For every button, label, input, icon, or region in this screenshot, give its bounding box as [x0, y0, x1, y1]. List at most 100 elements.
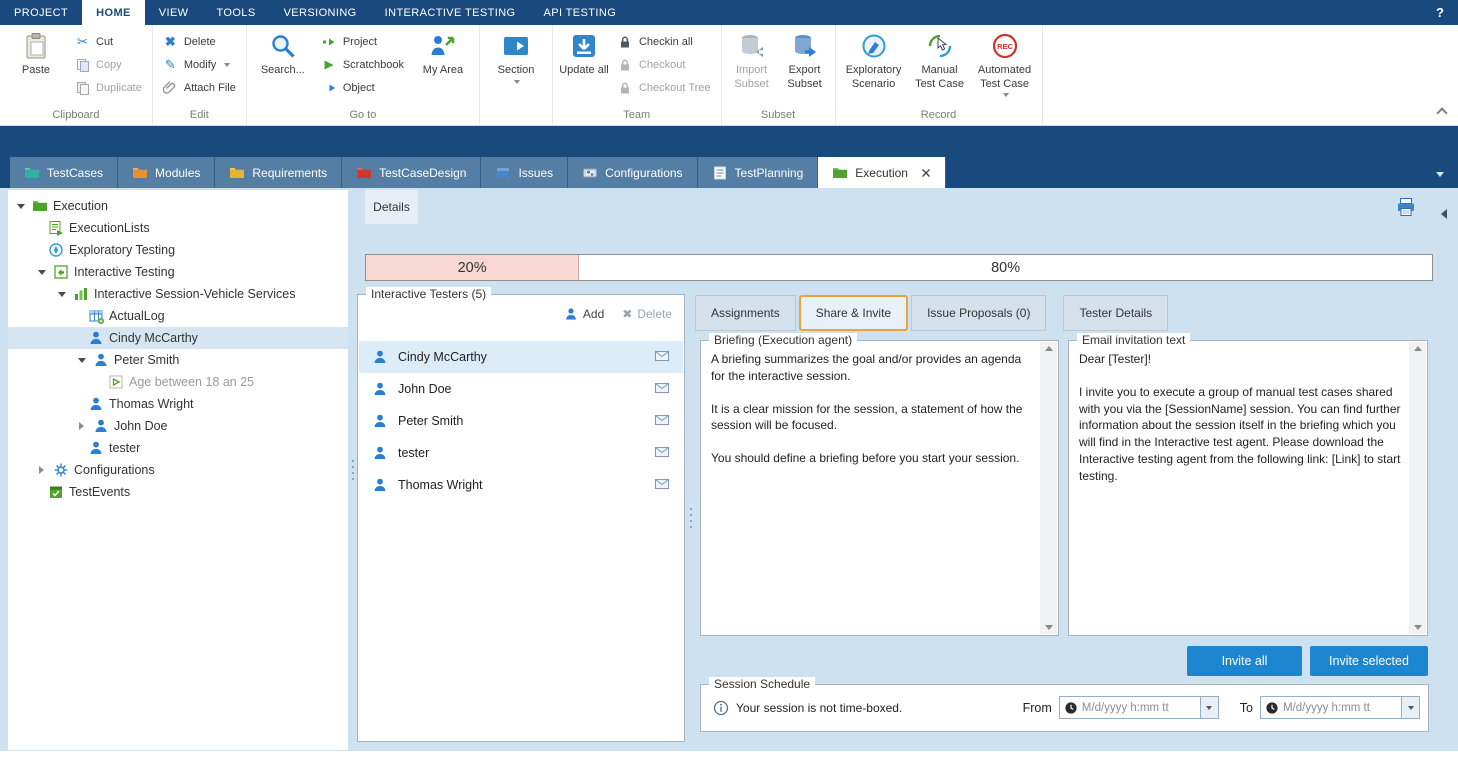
scroll-down-icon[interactable] [1414, 625, 1422, 630]
tree-item-testevents[interactable]: TestEvents [8, 481, 348, 503]
tab-tester-details[interactable]: Tester Details [1063, 295, 1168, 331]
tester-row[interactable]: Peter Smith [359, 405, 683, 437]
close-icon[interactable] [921, 168, 931, 178]
my-area-button[interactable]: My Area [412, 27, 474, 79]
delete-button[interactable]: ✖Delete [158, 32, 241, 51]
tab-testplanning[interactable]: TestPlanning [698, 157, 819, 188]
tab-testcases[interactable]: TestCases [10, 157, 118, 188]
mail-icon[interactable] [654, 476, 670, 495]
print-icon[interactable] [1396, 197, 1416, 222]
scroll-up-icon[interactable] [1414, 346, 1422, 351]
tree-item-tester[interactable]: tester [8, 437, 348, 459]
mail-icon[interactable] [654, 444, 670, 463]
manual-test-case-button[interactable]: Manual Test Case [910, 27, 970, 93]
tree-item-configurations[interactable]: Configurations [8, 459, 348, 481]
goto-project-button[interactable]: Project [317, 32, 409, 51]
tree-item-cindy-mccarthy[interactable]: Cindy McCarthy [8, 327, 348, 349]
cut-button[interactable]: ✂Cut [70, 32, 147, 51]
checkout-button[interactable]: Checkout [613, 55, 716, 74]
dropdown-icon[interactable] [1200, 697, 1218, 718]
tree-item-age-between[interactable]: Age between 18 an 25 [8, 371, 348, 393]
tree-item-thomas-wright[interactable]: Thomas Wright [8, 393, 348, 415]
tree-item-interactive-testing[interactable]: Interactive Testing [8, 261, 348, 283]
chevron-expanded-icon[interactable] [55, 292, 68, 297]
checkout-tree-button[interactable]: Checkout Tree [613, 78, 716, 97]
tester-row[interactable]: tester [359, 437, 683, 469]
chevron-expanded-icon[interactable] [75, 358, 88, 363]
tree-item-execution[interactable]: Execution [8, 195, 348, 217]
tab-share-invite[interactable]: Share & Invite [799, 295, 908, 331]
tree-item-executionlists[interactable]: ExecutionLists [8, 217, 348, 239]
scroll-down-icon[interactable] [1045, 625, 1053, 630]
goto-scratchbook-button[interactable]: Scratchbook [317, 55, 409, 74]
briefing-paragraph: A briefing summarizes the goal and/or pr… [711, 351, 1032, 385]
tree-item-exploratory-testing[interactable]: Exploratory Testing [8, 239, 348, 261]
tree-item-actuallog[interactable]: ActualLog [8, 305, 348, 327]
tester-row[interactable]: Cindy McCarthy [359, 341, 683, 373]
tester-name: John Doe [398, 382, 452, 396]
duplicate-button[interactable]: Duplicate [70, 78, 147, 97]
tree-item-interactive-session[interactable]: Interactive Session-Vehicle Services [8, 283, 348, 305]
paste-button[interactable]: Paste [5, 27, 67, 79]
tab-overflow-icon[interactable] [1436, 172, 1444, 177]
automated-test-case-button[interactable]: REC Automated Test Case [973, 27, 1037, 98]
tab-issue-proposals[interactable]: Issue Proposals (0) [911, 295, 1046, 331]
attach-file-button[interactable]: Attach File [158, 78, 241, 97]
chevron-collapsed-icon[interactable] [75, 422, 88, 430]
search-button[interactable]: Search... [252, 27, 314, 79]
details-tab[interactable]: Details [365, 190, 418, 224]
menu-tools[interactable]: TOOLS [202, 0, 269, 25]
menu-bar: PROJECT HOME VIEW TOOLS VERSIONING INTER… [0, 0, 1458, 25]
tab-modules[interactable]: Modules [118, 157, 215, 188]
section-button[interactable]: Section [485, 27, 547, 85]
add-tester-button[interactable]: Add [564, 307, 604, 321]
tab-testcasedesign[interactable]: TestCaseDesign [342, 157, 481, 188]
import-subset-button[interactable]: Import Subset [727, 27, 777, 93]
email-scrollbar[interactable] [1409, 342, 1426, 634]
scroll-up-icon[interactable] [1045, 346, 1053, 351]
tab-issues[interactable]: Issues [481, 157, 568, 188]
export-subset-button[interactable]: Export Subset [780, 27, 830, 93]
help-icon[interactable]: ? [1422, 0, 1458, 25]
menu-api-testing[interactable]: API TESTING [530, 0, 631, 25]
panel-collapse-icon[interactable] [1441, 209, 1447, 219]
tree-item-peter-smith[interactable]: Peter Smith [8, 349, 348, 371]
mail-icon[interactable] [654, 412, 670, 431]
goto-object-button[interactable]: Object [317, 78, 409, 97]
chevron-expanded-icon[interactable] [14, 204, 27, 209]
briefing-text[interactable]: A briefing summarizes the goal and/or pr… [711, 351, 1032, 627]
tester-row[interactable]: Thomas Wright [359, 469, 683, 501]
tree-splitter[interactable] [349, 190, 356, 750]
tab-configurations[interactable]: Configurations [568, 157, 697, 188]
tab-requirements[interactable]: Requirements [215, 157, 342, 188]
delete-tester-button[interactable]: ✖Delete [622, 307, 672, 321]
checkin-all-button[interactable]: Checkin all [613, 32, 716, 51]
update-all-icon [570, 31, 598, 61]
invite-selected-button[interactable]: Invite selected [1310, 646, 1428, 676]
mail-icon[interactable] [654, 380, 670, 399]
copy-button[interactable]: Copy [70, 55, 147, 74]
menu-project[interactable]: PROJECT [0, 0, 82, 25]
tester-row[interactable]: John Doe [359, 373, 683, 405]
menu-versioning[interactable]: VERSIONING [270, 0, 371, 25]
exploratory-scenario-button[interactable]: Exploratory Scenario [841, 27, 907, 93]
menu-home[interactable]: HOME [82, 0, 145, 25]
tree-item-label: Configurations [74, 463, 155, 477]
menu-view[interactable]: VIEW [145, 0, 203, 25]
tab-assignments[interactable]: Assignments [695, 295, 796, 331]
to-datetime-picker[interactable]: M/d/yyyy h:mm tt [1260, 696, 1420, 719]
from-datetime-picker[interactable]: M/d/yyyy h:mm tt [1059, 696, 1219, 719]
briefing-scrollbar[interactable] [1040, 342, 1057, 634]
menu-interactive-testing[interactable]: INTERACTIVE TESTING [371, 0, 530, 25]
tab-execution[interactable]: Execution [818, 157, 946, 188]
modify-button[interactable]: ✎Modify [158, 55, 241, 74]
tree-item-john-doe[interactable]: John Doe [8, 415, 348, 437]
mail-icon[interactable] [654, 348, 670, 367]
update-all-button[interactable]: Update all [558, 27, 610, 79]
dropdown-icon[interactable] [1401, 697, 1419, 718]
testers-splitter[interactable] [687, 294, 694, 742]
chevron-collapsed-icon[interactable] [35, 466, 48, 474]
chevron-expanded-icon[interactable] [35, 270, 48, 275]
email-invitation-text[interactable]: Dear [Tester]! I invite you to execute a… [1079, 351, 1401, 627]
invite-all-button[interactable]: Invite all [1187, 646, 1302, 676]
